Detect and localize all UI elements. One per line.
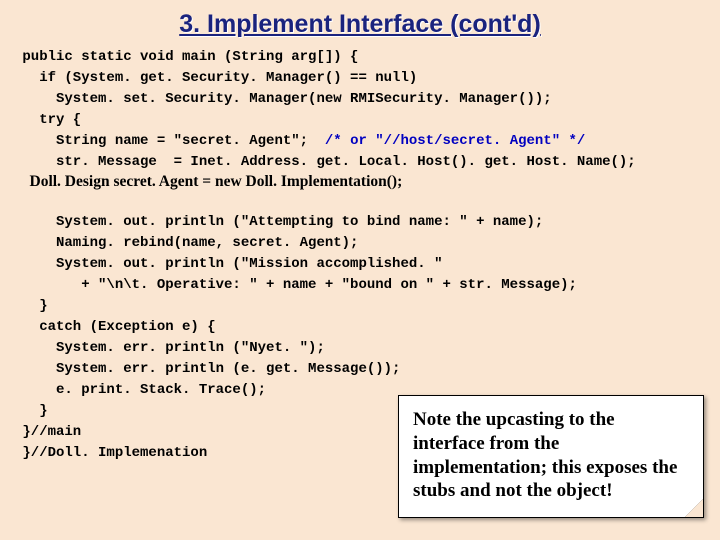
code-line: System. err. println ("Nyet. "); <box>14 340 325 356</box>
code-line: catch (Exception e) { <box>14 319 216 335</box>
code-line: Naming. rebind(name, secret. Agent); <box>14 235 358 251</box>
code-comment: /* or "//host/secret. Agent" */ <box>325 133 585 149</box>
code-line: e. print. Stack. Trace(); <box>14 382 266 398</box>
callout-text: Note the upcasting to the interface from… <box>413 409 677 501</box>
code-line: if (System. get. Security. Manager() == … <box>14 70 417 86</box>
code-line: String name = "secret. Agent"; <box>14 133 325 149</box>
code-line: }//main <box>14 424 81 440</box>
code-line: public static void main (String arg[]) { <box>14 49 358 65</box>
code-block: public static void main (String arg[]) {… <box>0 47 720 173</box>
code-line: try { <box>14 112 81 128</box>
code-line: } <box>14 298 48 314</box>
highlight-line: Doll. Design secret. Agent = new Doll. I… <box>0 173 720 191</box>
code-line: System. err. println (e. get. Message())… <box>14 361 400 377</box>
callout-note: Note the upcasting to the interface from… <box>398 395 704 518</box>
page-fold-icon <box>685 499 703 517</box>
code-line: System. out. println ("Mission accomplis… <box>14 256 442 272</box>
code-line: str. Message = Inet. Address. get. Local… <box>14 154 636 170</box>
code-line: }//Doll. Implemenation <box>14 445 207 461</box>
code-line: System. set. Security. Manager(new RMISe… <box>14 91 552 107</box>
code-line: } <box>14 403 48 419</box>
code-line: + "\n\t. Operative: " + name + "bound on… <box>14 277 577 293</box>
code-line: System. out. println ("Attempting to bin… <box>14 214 543 230</box>
slide-title: 3. Implement Interface (cont'd) <box>0 0 720 47</box>
